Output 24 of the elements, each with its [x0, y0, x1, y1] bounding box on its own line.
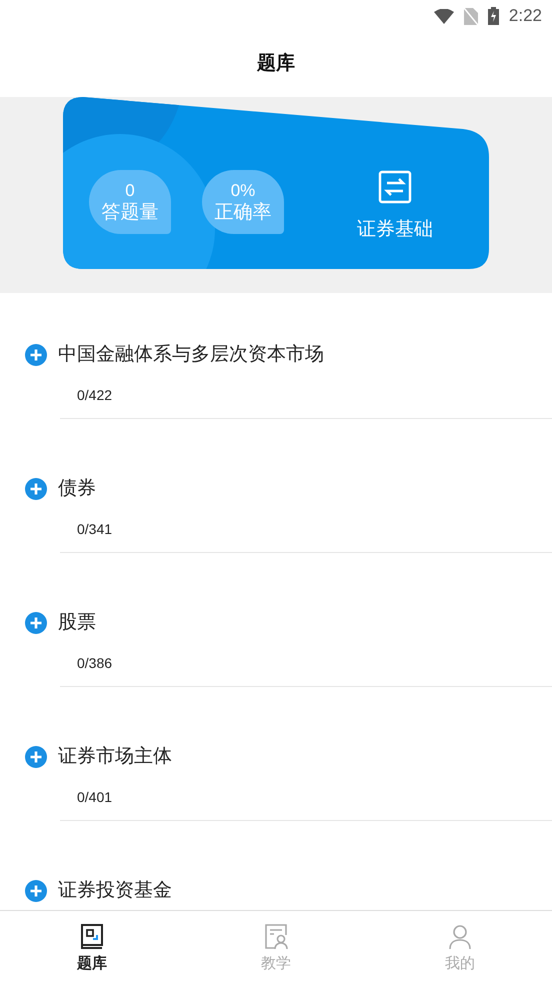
- chapter-title[interactable]: 债券: [58, 474, 96, 504]
- document-person-icon: [263, 923, 289, 950]
- nav-tab[interactable]: 题库: [0, 911, 184, 983]
- status-time: 2:22: [508, 5, 542, 28]
- switch-icon[interactable]: [378, 170, 412, 204]
- chapter-title[interactable]: 中国金融体系与多层次资本市场: [58, 340, 324, 370]
- stat-label: 答题量: [102, 202, 158, 224]
- person-icon: [447, 923, 473, 950]
- plus-circle-icon[interactable]: [25, 612, 47, 634]
- book-icon: [79, 923, 105, 950]
- plus-circle-icon[interactable]: [25, 478, 47, 500]
- no-sim-icon: [464, 8, 478, 24]
- plus-circle-icon[interactable]: [25, 746, 47, 768]
- battery-charging-icon: [488, 7, 499, 25]
- chapter-title[interactable]: 股票: [58, 608, 96, 638]
- stat-label: 正确率: [214, 202, 272, 224]
- wifi-icon: [434, 8, 454, 24]
- page-title: 题库: [257, 52, 295, 76]
- stat-value: 0%: [230, 180, 256, 202]
- chapter-title[interactable]: 证券投资基金: [58, 876, 172, 906]
- chapter-title[interactable]: 证券市场主体: [58, 742, 172, 772]
- stat-value: 0: [125, 180, 135, 202]
- plus-circle-icon[interactable]: [25, 344, 47, 366]
- plus-circle-icon[interactable]: [25, 880, 47, 902]
